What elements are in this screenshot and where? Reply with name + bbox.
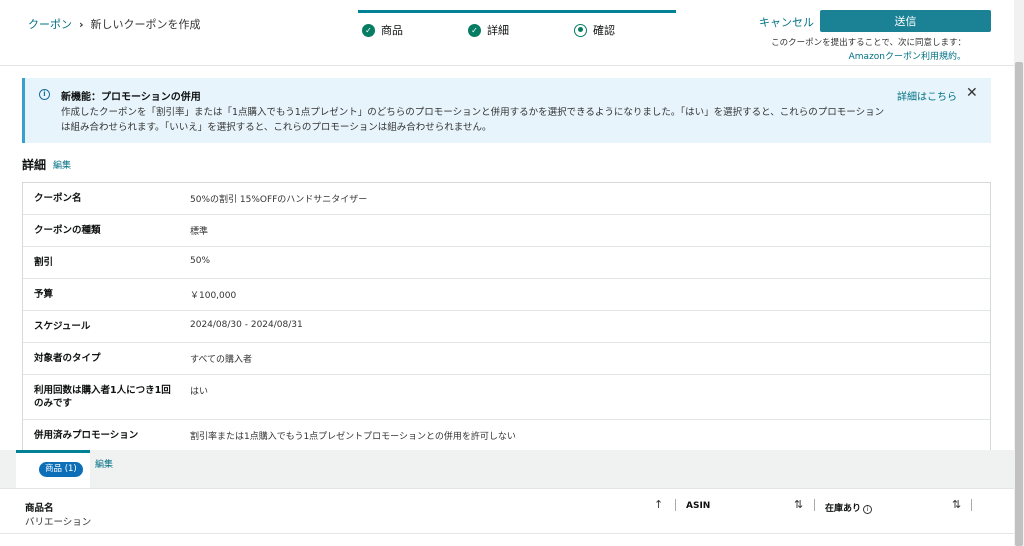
page: クーポン › 新しいクーポンを作成 ✓ 商品 ✓ 詳細 確認 キャンセル 送信 … xyxy=(0,0,1024,546)
breadcrumb-separator: › xyxy=(79,17,84,31)
products-edit-link[interactable]: 編集 xyxy=(95,457,113,470)
detail-row-audience: 対象者のタイプ すべての購入者 xyxy=(23,343,990,375)
terms-text: このクーポンを提出することで、次に同意します： xyxy=(771,38,966,48)
detail-value: 標準 xyxy=(190,227,209,237)
terms-link[interactable]: Amazonクーポン利用規約。 xyxy=(771,50,966,64)
learn-more-link[interactable]: 詳細はこちら xyxy=(897,88,957,103)
column-in-stock[interactable]: 在庫あり i xyxy=(825,501,873,514)
breadcrumb-coupons-link[interactable]: クーポン xyxy=(28,16,72,32)
step-label: 詳細 xyxy=(487,24,509,37)
detail-label: 対象者のタイプ xyxy=(34,353,101,364)
sort-ascending-icon[interactable]: ↑ xyxy=(654,498,663,511)
detail-value: すべての購入者 xyxy=(190,355,253,365)
detail-row-schedule: スケジュール 2024/08/30 - 2024/08/31 xyxy=(23,311,990,343)
step-review: 確認 xyxy=(574,22,615,38)
breadcrumb-current: 新しいクーポンを作成 xyxy=(90,18,201,31)
check-circle-icon: ✓ xyxy=(468,23,481,37)
current-step-icon xyxy=(574,23,587,37)
cancel-button[interactable]: キャンセル xyxy=(759,14,814,30)
step-details[interactable]: ✓ 詳細 xyxy=(468,22,509,38)
detail-label: 併用済みプロモーション xyxy=(34,430,139,441)
detail-value: はい xyxy=(190,387,209,397)
detail-row-one-per-customer: 利用回数は購入者1人につき1回のみです はい xyxy=(23,375,990,420)
progress-steps: ✓ 商品 ✓ 詳細 確認 xyxy=(358,10,676,40)
header-bar: クーポン › 新しいクーポンを作成 ✓ 商品 ✓ 詳細 確認 キャンセル 送信 … xyxy=(0,0,1014,66)
detail-value: 50% xyxy=(190,256,211,266)
step-products[interactable]: ✓ 商品 xyxy=(362,22,403,38)
detail-row-coupon-name: クーポン名 50%の割引 15%OFFのハンドサニタイザー xyxy=(23,183,990,215)
alert-body: 作成したクーポンを「割引率」または「1点購入でもう1点プレゼント」のどちらのプロ… xyxy=(61,107,885,133)
detail-value: 2024/08/30 - 2024/08/31 xyxy=(190,320,303,330)
check-circle-icon: ✓ xyxy=(362,23,375,37)
detail-label: クーポン名 xyxy=(34,193,82,204)
detail-value: ￥100,000 xyxy=(190,291,237,301)
sort-icon[interactable]: ⇅ xyxy=(794,498,803,511)
detail-label: 利用回数は購入者1人につき1回のみです xyxy=(34,385,171,409)
details-table: クーポン名 50%の割引 15%OFFのハンドサニタイザー クーポンの種類 標準… xyxy=(22,182,991,452)
scrollbar-thumb[interactable] xyxy=(1015,62,1023,546)
info-icon: i xyxy=(39,89,50,100)
detail-row-discount: 割引 50% xyxy=(23,247,990,279)
products-tab-bar xyxy=(0,450,1014,488)
detail-row-combined-promotions: 併用済みプロモーション 割引率または1点購入でもう1点プレゼントプロモーションと… xyxy=(23,420,990,451)
sort-icon[interactable]: ⇅ xyxy=(952,498,961,511)
detail-value: 割引率または1点購入でもう1点プレゼントプロモーションとの併用を許可しない xyxy=(190,432,516,442)
detail-row-budget: 予算 ￥100,000 xyxy=(23,279,990,311)
tab-products[interactable]: 商品 (1) xyxy=(16,450,90,488)
detail-label: スケジュール xyxy=(34,321,91,332)
step-label: 確認 xyxy=(593,24,615,37)
detail-value: 50%の割引 15%OFFのハンドサニタイザー xyxy=(190,195,368,205)
close-icon[interactable]: ✕ xyxy=(966,85,978,101)
step-label: 商品 xyxy=(381,24,403,37)
column-in-stock-label: 在庫あり xyxy=(825,504,862,514)
detail-label: 割引 xyxy=(34,257,54,268)
column-variation: バリエーション xyxy=(25,517,92,528)
column-divider xyxy=(971,499,972,511)
terms-notice: このクーポンを提出することで、次に同意します： Amazonクーポン利用規約。 xyxy=(771,36,966,64)
details-edit-link[interactable]: 編集 xyxy=(53,158,71,171)
detail-row-coupon-type: クーポンの種類 標準 xyxy=(23,215,990,247)
products-count-badge: 商品 (1) xyxy=(39,462,83,477)
column-divider xyxy=(675,499,676,511)
info-alert: i 新機能：プロモーションの併用 作成したクーポンを「割引率」または「1点購入で… xyxy=(22,78,991,143)
column-asin[interactable]: ASIN xyxy=(686,501,710,511)
alert-title: 新機能：プロモーションの併用 xyxy=(61,92,201,103)
details-title: 詳細 xyxy=(22,158,47,172)
breadcrumb: クーポン › 新しいクーポンを作成 xyxy=(28,16,201,32)
product-table-header: 商品名 バリエーション ↑ ASIN ⇅ 在庫あり i ⇅ xyxy=(0,488,1014,534)
detail-label: 予算 xyxy=(34,289,54,300)
submit-button[interactable]: 送信 xyxy=(820,10,991,32)
column-product-name: 商品名 xyxy=(25,503,54,514)
info-icon[interactable]: i xyxy=(863,505,873,514)
detail-label: クーポンの種類 xyxy=(34,225,101,236)
column-divider xyxy=(814,499,815,511)
